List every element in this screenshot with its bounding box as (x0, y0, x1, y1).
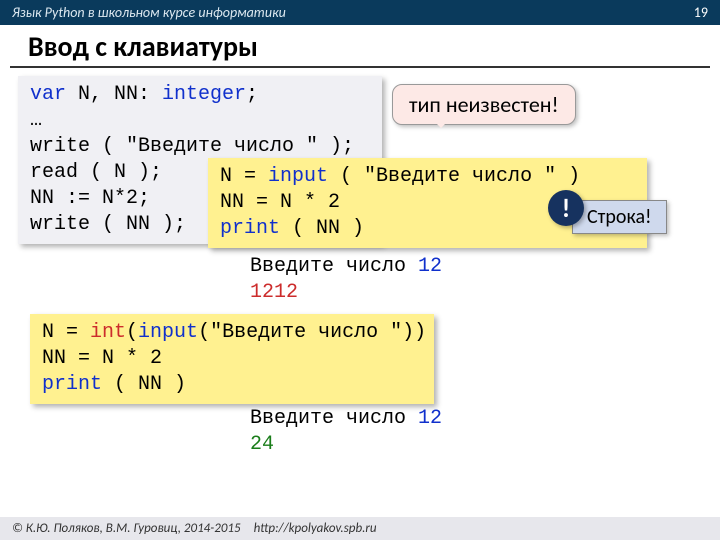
course-title: Язык Python в школьном курсе информатики (12, 4, 286, 21)
page-title: Ввод с клавиатуры (10, 25, 710, 68)
footer-link[interactable]: http://kpolyakov.spb.ru (254, 521, 377, 536)
header-bar: Язык Python в школьном курсе информатики… (0, 0, 720, 25)
exclaim-icon: ! (548, 190, 584, 226)
output-2: Введите число 12 24 (250, 406, 442, 458)
copyright: © К.Ю. Поляков, В.М. Гуровиц, 2014-2015 (12, 521, 241, 536)
page-number: 19 (694, 4, 708, 21)
python-code-2: N = int(input("Введите число ")) NN = N … (30, 314, 434, 404)
callout-type-unknown: тип неизвестен! (392, 84, 576, 125)
output-1: Введите число 12 1212 (250, 254, 442, 306)
footer: © К.Ю. Поляков, В.М. Гуровиц, 2014-2015 … (0, 517, 720, 540)
callout-string: Строка! (572, 200, 667, 234)
